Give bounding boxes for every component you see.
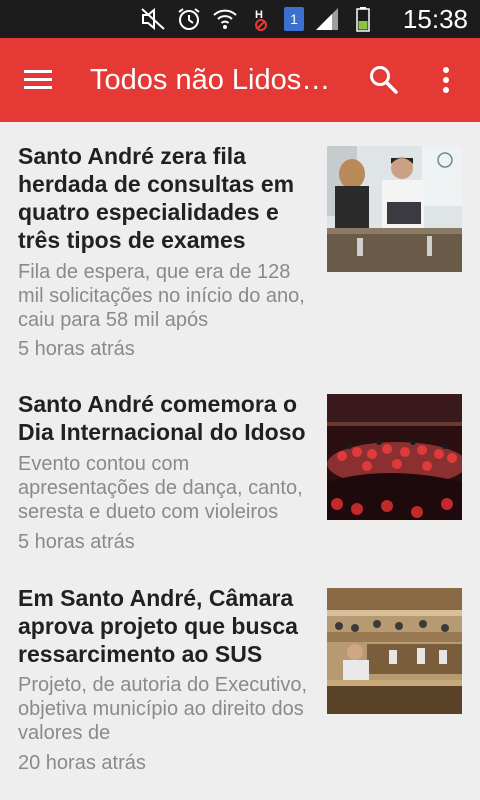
article-item[interactable]: Santo André zera fila herdada de consult… (0, 122, 480, 372)
menu-icon[interactable] (20, 64, 56, 96)
alarm-icon (178, 8, 200, 30)
sim-icon: 1 (284, 7, 304, 31)
article-summary: Evento contou com apresentações de dança… (18, 453, 303, 523)
more-vert-icon[interactable] (432, 62, 460, 98)
article-thumbnail[interactable] (327, 394, 462, 520)
article-item[interactable]: Em Santo André, Câmara aprova projeto qu… (0, 582, 480, 792)
article-item[interactable]: Santo André comemora o Dia Internacional… (0, 372, 480, 582)
article-summary: Fila de espera, que era de 128 mil solic… (18, 261, 305, 331)
article-headline[interactable]: Santo André zera fila herdada de consult… (18, 142, 313, 254)
article-time: 5 horas atrás (18, 338, 135, 360)
page-title: Todos não Lidos… (90, 64, 331, 96)
mute-icon (141, 7, 165, 31)
app-bar: Todos não Lidos… (0, 38, 480, 122)
article-time: 5 horas atrás (18, 531, 135, 553)
article-thumbnail[interactable] (327, 588, 462, 714)
status-bar: H 1 15:38 (0, 0, 480, 38)
search-icon[interactable] (366, 62, 402, 98)
article-time: 20 horas atrás (18, 752, 146, 774)
article-thumbnail[interactable] (327, 146, 462, 272)
article-summary: Projeto, de autoria do Executivo, objeti… (18, 674, 308, 744)
status-icons: H 1 (140, 6, 376, 32)
h-network-icon: H (255, 9, 267, 31)
wifi-icon (213, 9, 237, 29)
article-headline[interactable]: Em Santo André, Câmara aprova projeto qu… (18, 584, 313, 668)
battery-icon (356, 7, 370, 32)
clock: 15:38 (402, 4, 468, 34)
article-headline[interactable]: Santo André comemora o Dia Internacional… (18, 390, 313, 446)
signal-icon (316, 8, 338, 30)
